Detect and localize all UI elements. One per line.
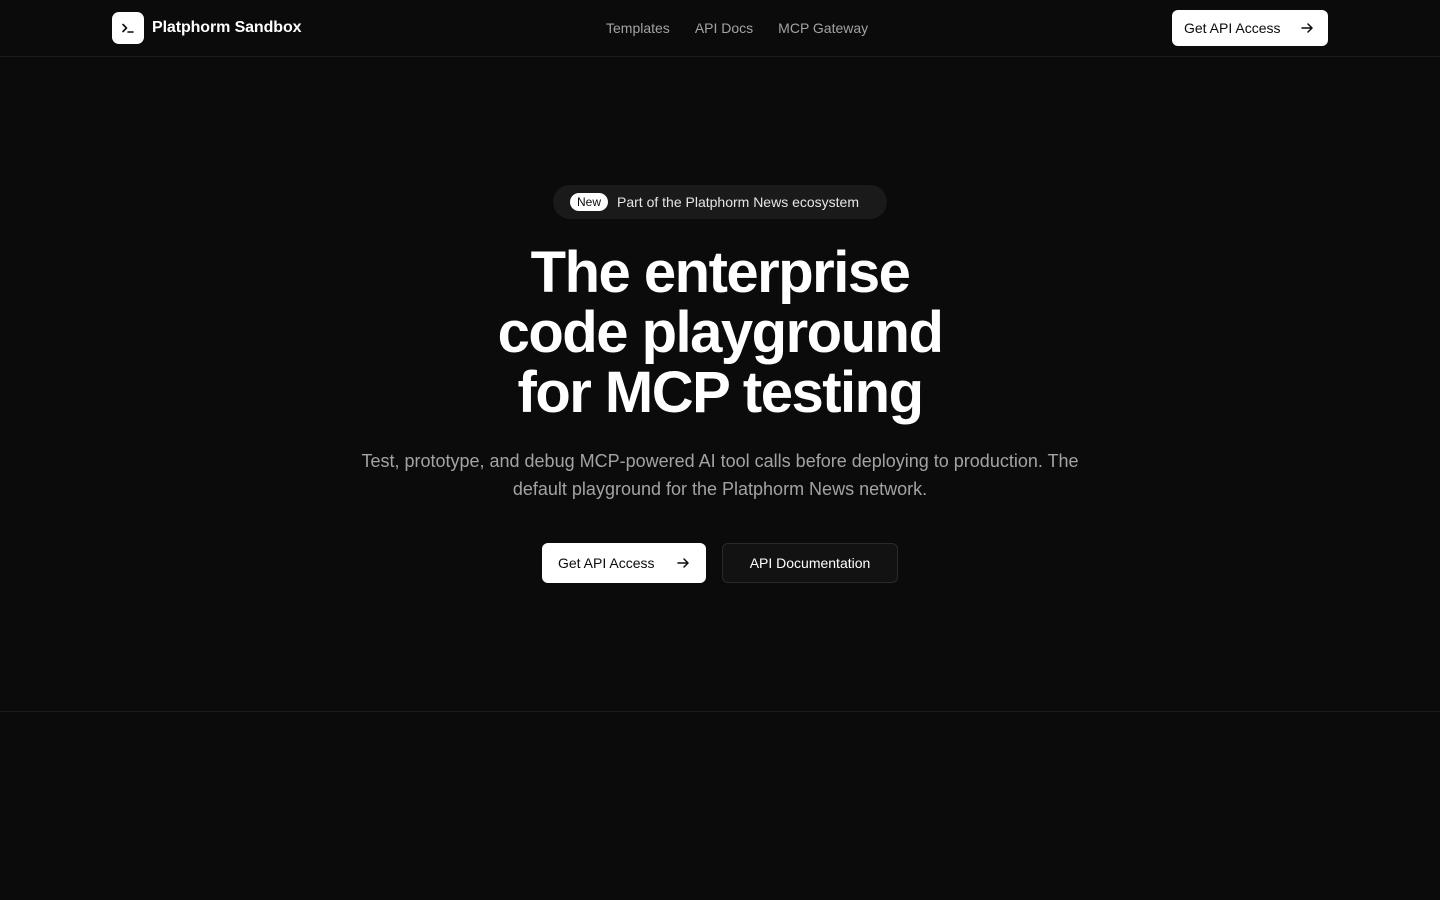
brand-link[interactable]: Platphorm Sandbox <box>112 12 302 44</box>
headline-line-1: The enterprise <box>530 240 911 305</box>
top-navbar: Platphorm Sandbox Templates API Docs MCP… <box>0 0 1440 57</box>
announcement-text: Part of the Platphorm News ecosystem <box>617 194 860 210</box>
api-documentation-button[interactable]: API Documentation <box>722 543 898 583</box>
primary-cta-label: Get API Access <box>558 555 655 571</box>
header-cta-label: Get API Access <box>1184 20 1281 36</box>
headline-line-2: code playground <box>497 300 944 365</box>
hero-subtext: Test, prototype, and debug MCP-powered A… <box>361 451 1079 499</box>
announcement-pill[interactable]: New Part of the Platphorm News ecosystem <box>553 185 887 219</box>
headline-line-3: for MCP testing <box>517 360 925 425</box>
header-get-api-access-button[interactable]: Get API Access <box>1172 10 1328 46</box>
hero-section: New Part of the Platphorm News ecosystem… <box>0 57 1440 712</box>
brand-name: Platphorm Sandbox <box>152 19 302 36</box>
main-nav: Templates API Docs MCP Gateway <box>606 19 868 37</box>
nav-link-templates[interactable]: Templates <box>606 19 670 37</box>
secondary-cta-label: API Documentation <box>749 555 871 571</box>
nav-link-mcp-gateway[interactable]: MCP Gateway <box>778 19 868 37</box>
get-api-access-button[interactable]: Get API Access <box>542 543 706 583</box>
arrow-right-icon <box>1300 21 1314 35</box>
hero-headline: The enterprise code playground for MCP t… <box>420 243 1020 423</box>
nav-link-api-docs[interactable]: API Docs <box>695 19 753 37</box>
arrow-right-icon <box>676 556 690 570</box>
terminal-icon <box>112 12 144 44</box>
new-badge: New <box>570 193 609 211</box>
